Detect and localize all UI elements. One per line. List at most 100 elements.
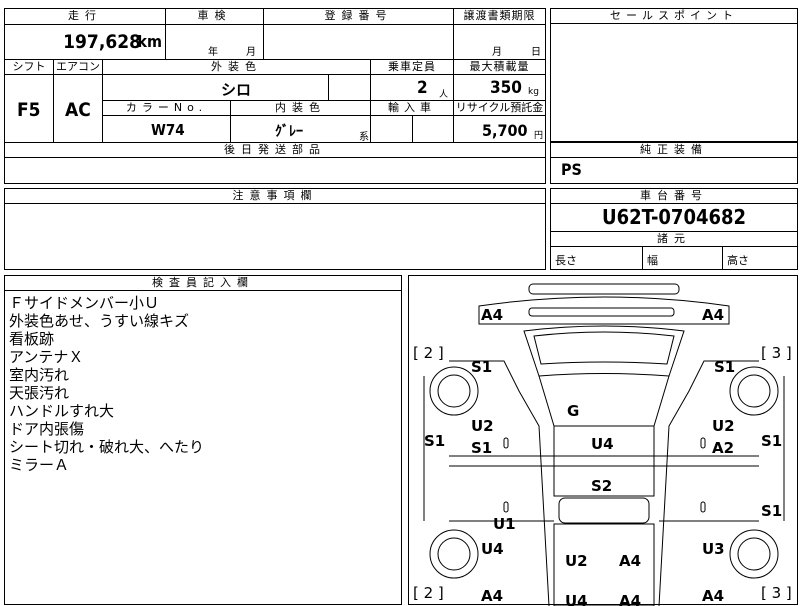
top-bumper-shape xyxy=(528,283,680,295)
recycle-value: 5,700 xyxy=(482,121,528,140)
label-u2-l: U2 xyxy=(471,417,494,435)
wheel-rear-right-inner xyxy=(737,537,771,571)
roof-outline xyxy=(478,296,730,325)
label-u3-r: U3 xyxy=(702,540,725,558)
label-a4-br: A4 xyxy=(702,587,724,605)
car-diagram: A4 A4 [ 2 ] [ 3 ] S1 S1 G U2 U2 S1 S1 A2… xyxy=(413,283,792,606)
notes-box: 注意事項欄 xyxy=(4,188,546,270)
height-label: 高さ xyxy=(727,254,749,267)
transfer-month: 月 xyxy=(492,47,502,58)
dim-length: 長さ xyxy=(551,246,643,269)
inspection-header: 車検 xyxy=(166,9,264,25)
handle-left-2 xyxy=(503,501,509,513)
label-a4-bl: A4 xyxy=(481,587,503,605)
left-body-outline xyxy=(449,360,550,606)
ac-value: AC xyxy=(65,99,91,121)
remark-line: 室内汚れ xyxy=(9,366,70,384)
recycle-unit: 円 xyxy=(534,131,544,141)
wheel-rear-left-inner xyxy=(437,537,471,571)
label-bracket-3-bot: [ 3 ] xyxy=(761,584,792,602)
label-bracket-2-top: [ 2 ] xyxy=(413,344,444,362)
followup-header: 後日発送部品 xyxy=(5,143,545,158)
length-label: 長さ xyxy=(555,254,577,267)
label-s1-r-low: S1 xyxy=(761,502,782,520)
chassis-box: 車台番号 U62T-0704682 諸元 長さ 幅 高さ xyxy=(550,188,798,270)
transfer-cell: 月 日 xyxy=(454,25,545,60)
wheel-rear-right xyxy=(729,529,779,579)
interior-color-header: 内装色 xyxy=(231,101,371,116)
capacity-unit: 人 xyxy=(439,90,449,100)
right-body-outline xyxy=(658,360,759,606)
label-u1: U1 xyxy=(493,515,516,533)
color-no-value: W74 xyxy=(151,121,185,139)
label-s1-side-l: S1 xyxy=(424,432,445,450)
wheel-front-right-inner xyxy=(737,374,771,408)
remark-line: 外装色あせ、うすい線キズ xyxy=(9,312,190,330)
interior-color-cell: ｸﾞﾚｰ 系 xyxy=(231,116,371,143)
max-load-cell: 350 kg xyxy=(454,75,545,101)
dim-width: 幅 xyxy=(643,246,723,269)
mileage-value: 197,628 xyxy=(63,31,141,53)
windshield-shape xyxy=(523,325,685,377)
label-bracket-3-top: [ 3 ] xyxy=(761,344,792,362)
label-u4-bed-low: U4 xyxy=(565,592,588,606)
wheel-front-left-inner xyxy=(437,374,471,408)
chassis-value: U62T-0704682 xyxy=(601,205,747,229)
label-u4-center: U4 xyxy=(591,435,614,453)
capacity-value: 2 xyxy=(417,78,428,98)
max-load-value: 350 xyxy=(490,78,522,98)
sales-point-header: セールスポイント xyxy=(551,9,797,24)
equipment-value: PS xyxy=(561,160,582,179)
label-a4-bed-low: A4 xyxy=(619,592,641,606)
mileage-cell: 197,628 km xyxy=(5,25,166,60)
registration-cell xyxy=(264,25,454,60)
max-load-header: 最大積載量 xyxy=(454,60,545,75)
chassis-header: 車台番号 xyxy=(551,189,797,204)
label-s1-side-r: S1 xyxy=(761,432,782,450)
remark-line: 看板跡 xyxy=(9,330,55,348)
shift-cell: F5 xyxy=(5,75,54,143)
inspector-remarks: Ｆサイドメンバー小Ｕ 外装色あせ、うすい線キズ 看板跡 アンテナＸ 室内汚れ 天… xyxy=(9,294,204,474)
label-a4-tr: A4 xyxy=(702,306,724,324)
label-a4-bed: A4 xyxy=(619,552,641,570)
interior-color-value: ｸﾞﾚｰ xyxy=(275,124,303,140)
remark-line: ミラーＡ xyxy=(9,456,70,474)
label-a4-tl: A4 xyxy=(481,306,503,324)
color-no-cell: W74 xyxy=(103,116,231,143)
label-g: G xyxy=(567,402,579,420)
interior-color-suffix: 系 xyxy=(359,132,369,143)
inspector-box: 検査員記入欄 Ｆサイドメンバー小Ｕ 外装色あせ、うすい線キズ 看板跡 アンテナＸ… xyxy=(4,275,402,605)
exterior-color-sub xyxy=(329,75,371,101)
equipment-header: 純正装備 xyxy=(551,143,797,158)
hood-shape xyxy=(538,375,670,427)
ac-cell: AC xyxy=(54,75,103,143)
exterior-color-header: 外装色 xyxy=(103,60,371,75)
inspector-header: 検査員記入欄 xyxy=(5,276,401,291)
remark-line: シート切れ・破れ大、へたり xyxy=(9,438,205,456)
exterior-color-value: シロ xyxy=(221,81,252,99)
label-s1-fr: S1 xyxy=(714,358,735,376)
shift-value: F5 xyxy=(17,99,41,121)
label-a2-r: A2 xyxy=(712,439,734,457)
color-no-header: カラーNo. xyxy=(103,101,231,116)
import-cell-b xyxy=(413,116,454,143)
wheel-front-right xyxy=(729,366,779,416)
max-load-unit: kg xyxy=(528,87,539,97)
recycle-header: リサイクル預託金 xyxy=(454,101,545,116)
transfer-day: 日 xyxy=(531,47,541,58)
equipment-box: 純正装備 PS xyxy=(550,142,798,184)
remark-line: 天張汚れ xyxy=(9,384,70,402)
transfer-header: 譲渡書類期限 xyxy=(454,9,545,25)
label-s1-fl: S1 xyxy=(471,358,492,376)
followup-area xyxy=(5,158,545,183)
label-s1-l2: S1 xyxy=(471,439,492,457)
handle-right-2 xyxy=(700,501,706,513)
label-u2-bed: U2 xyxy=(565,552,588,570)
capacity-header: 乗車定員 xyxy=(371,60,454,75)
import-header: 輸入車 xyxy=(371,101,454,116)
registration-header: 登録番号 xyxy=(264,9,454,25)
inspection-cell: 年 月 xyxy=(166,25,264,60)
notes-header: 注意事項欄 xyxy=(5,189,545,204)
spec-table: 走行 車検 登録番号 譲渡書類期限 197,628 km 年 月 月 日 シフト… xyxy=(4,8,546,184)
wheel-rear-left xyxy=(429,529,479,579)
